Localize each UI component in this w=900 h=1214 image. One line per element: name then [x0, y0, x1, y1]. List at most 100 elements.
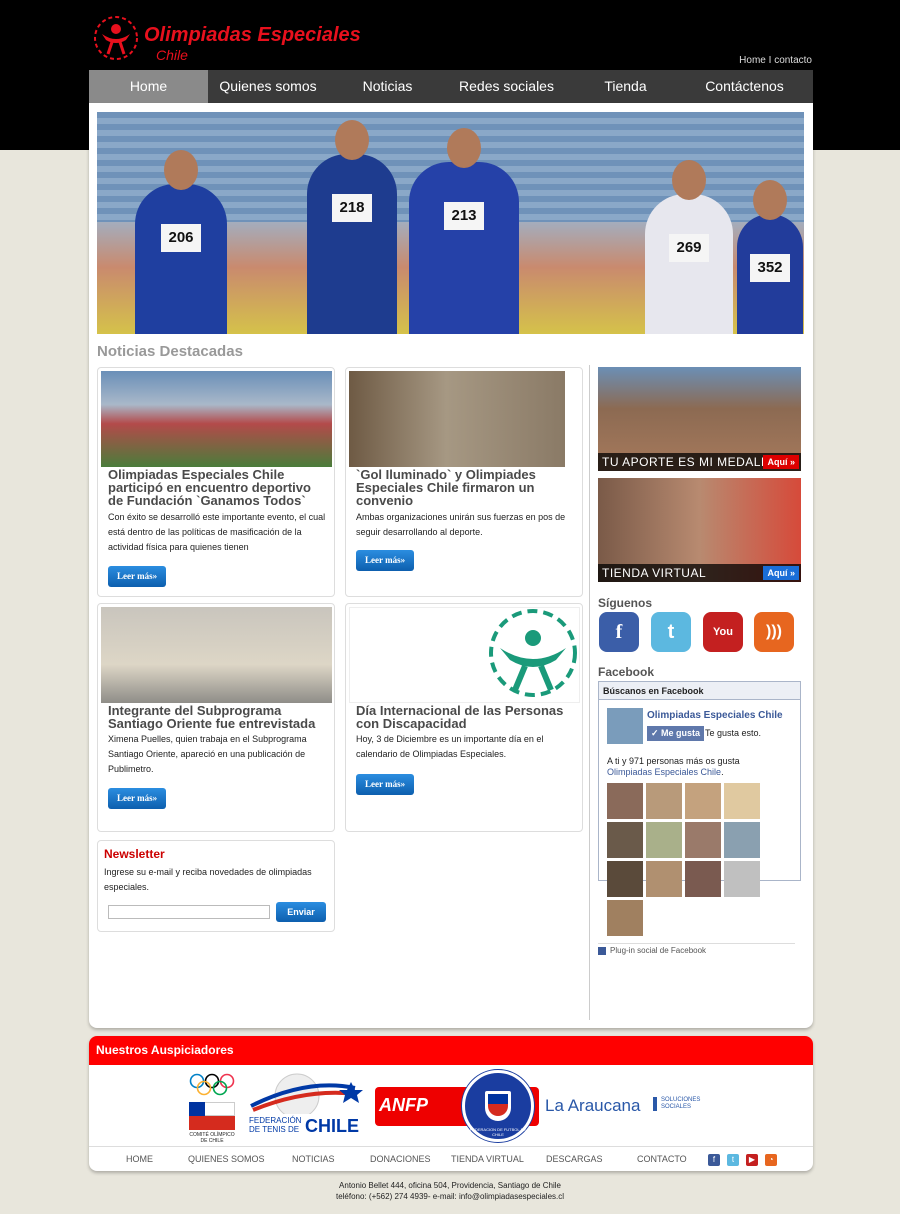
facebook-small-icon	[598, 946, 606, 955]
tennis-label-big: CHILE	[305, 1116, 359, 1136]
read-more-button[interactable]: Leer más»	[108, 788, 167, 809]
araucana-label: La Araucana	[545, 1096, 641, 1115]
news-thumbnail[interactable]	[349, 371, 565, 467]
facebook-widget-header: Búscanos en Facebook	[599, 682, 800, 700]
footer-link-home[interactable]: HOME	[126, 1154, 153, 1164]
facebook-page-name[interactable]: Olimpiadas Especiales Chile	[647, 710, 783, 721]
nav-noticias[interactable]: Noticias	[328, 70, 447, 103]
footer-link-donaciones[interactable]: DONACIONES	[370, 1154, 431, 1164]
newsletter-send-button[interactable]: Enviar	[276, 902, 326, 922]
nav-redes-sociales[interactable]: Redes sociales	[447, 70, 566, 103]
facebook-like-button[interactable]: ✓ Me gusta	[647, 726, 705, 741]
top-link-separator: I	[765, 55, 775, 66]
youtube-icon[interactable]: You	[703, 612, 743, 652]
footer-nav: HOME QUIENES SOMOS NOTICIAS DONACIONES T…	[89, 1146, 813, 1171]
sponsors-section: Nuestros Auspiciadores COMITÉ OLÍMPICO D…	[89, 1036, 813, 1171]
fan-avatar[interactable]	[685, 783, 721, 819]
runner-bib: 218	[332, 194, 372, 222]
main-nav: Home Quienes somos Noticias Redes social…	[89, 70, 813, 103]
nav-quienes-somos[interactable]: Quienes somos	[208, 70, 328, 103]
nav-tienda[interactable]: Tienda	[566, 70, 685, 103]
fan-avatar[interactable]	[607, 822, 643, 858]
hero-banner: 206 218 213 269 352	[97, 112, 804, 334]
news-card: Olimpiadas Especiales Chile participó en…	[97, 367, 335, 597]
fan-avatar[interactable]	[724, 783, 760, 819]
fan-avatar[interactable]	[646, 861, 682, 897]
facebook-like-label: Me gusta	[661, 728, 701, 738]
top-link-home[interactable]: Home	[739, 55, 766, 66]
fan-avatar[interactable]	[646, 783, 682, 819]
sponsors-title: Nuestros Auspiciadores	[89, 1036, 813, 1065]
news-thumbnail[interactable]	[349, 607, 580, 703]
footer-link-tienda-virtual[interactable]: TIENDA VIRTUAL	[451, 1154, 524, 1164]
top-link-contact[interactable]: contacto	[774, 55, 812, 66]
fan-avatar[interactable]	[607, 861, 643, 897]
fan-avatar[interactable]	[646, 822, 682, 858]
footer-link-quienes-somos[interactable]: QUIENES SOMOS	[188, 1154, 265, 1164]
sponsor-federacion-tenis[interactable]: FEDERACIÓN DE TENIS DE CHILE	[247, 1068, 365, 1144]
footer-link-contacto[interactable]: CONTACTO	[637, 1154, 687, 1164]
facebook-plugin-label[interactable]: Plug-in social de Facebook	[598, 946, 706, 955]
footer-link-noticias[interactable]: NOTICIAS	[292, 1154, 335, 1164]
fan-avatar[interactable]	[724, 822, 760, 858]
news-thumbnail[interactable]	[101, 371, 332, 467]
read-more-button[interactable]: Leer más»	[356, 550, 415, 571]
sponsor-comite-olimpico[interactable]: COMITÉ OLÍMPICO DE CHILE	[187, 1072, 237, 1144]
rss-icon[interactable]: )))	[754, 612, 794, 652]
facebook-icon[interactable]: f	[599, 612, 639, 652]
newsletter-text: Ingrese su e-mail y reciba novedades de …	[104, 867, 312, 892]
logo[interactable]: Olimpiadas Especiales Chile	[92, 14, 422, 66]
nav-contactenos[interactable]: Contáctenos	[685, 70, 804, 103]
olympic-rings-icon	[189, 1073, 235, 1096]
tennis-label: FEDERACIÓN DE TENIS DE	[249, 1116, 302, 1134]
federacion-futbol-emblem[interactable]: FEDERACION DE FUTBOL DE CHILE	[462, 1070, 534, 1142]
twitter-icon[interactable]: t	[727, 1154, 739, 1166]
news-title[interactable]: Día Internacional de las Personas con Di…	[356, 704, 576, 730]
facebook-count-prefix: A ti y 971 personas más os gusta	[607, 756, 740, 766]
runner-bib: 213	[444, 202, 484, 230]
fan-avatar[interactable]	[607, 783, 643, 819]
read-more-button[interactable]: Leer más»	[108, 566, 167, 587]
read-more-button[interactable]: Leer más»	[356, 774, 415, 795]
facebook-count-suffix: .	[721, 767, 724, 777]
fan-avatar[interactable]	[685, 861, 721, 897]
runner-bib: 269	[669, 234, 709, 262]
facebook-icon[interactable]: f	[708, 1154, 720, 1166]
address-line: Antonio Bellet 444, oficina 504, Provide…	[339, 1181, 561, 1190]
news-excerpt: Hoy, 3 de Diciembre es un importante día…	[356, 734, 544, 759]
runner-head	[335, 120, 369, 160]
runner: 218	[307, 120, 397, 334]
twitter-icon[interactable]: t	[651, 612, 691, 652]
runner-head	[672, 160, 706, 200]
fan-avatar[interactable]	[607, 900, 643, 936]
newsletter-email-input[interactable]	[108, 905, 270, 919]
news-excerpt: Con éxito se desarrolló este importante …	[108, 512, 326, 552]
youtube-icon[interactable]: ▶	[746, 1154, 758, 1166]
promo-donate[interactable]: TU APORTE ES MI MEDALLA Aquí »	[598, 367, 801, 471]
promo-donate-link[interactable]: Aquí »	[763, 455, 799, 469]
news-card: `Gol Iluminado` y Olimpiades Especiales …	[345, 367, 583, 597]
fan-avatar[interactable]	[685, 822, 721, 858]
runner-head	[753, 180, 787, 220]
tennis-federation-logo-icon	[250, 1073, 363, 1119]
promo-store-link[interactable]: Aquí »	[763, 566, 799, 580]
runner-head	[164, 150, 198, 190]
sponsor-la-araucana[interactable]: La Araucana SOLUCIONES SOCIALES	[545, 1094, 725, 1120]
news-card: Día Internacional de las Personas con Di…	[345, 603, 583, 832]
news-title[interactable]: Integrante del Subprograma Santiago Orie…	[108, 704, 328, 730]
news-title[interactable]: Olimpiadas Especiales Chile participó en…	[108, 468, 328, 507]
facebook-page-avatar[interactable]	[607, 708, 643, 744]
fan-avatar[interactable]	[724, 861, 760, 897]
promo-store[interactable]: TIENDA VIRTUAL Aquí »	[598, 478, 801, 582]
rss-icon[interactable]: ◔	[765, 1154, 777, 1166]
shield-icon	[485, 1091, 511, 1121]
news-thumbnail[interactable]	[101, 607, 332, 703]
runner: 213	[409, 128, 519, 334]
news-title[interactable]: `Gol Iluminado` y Olimpiades Especiales …	[356, 468, 576, 507]
facebook-count-link[interactable]: Olimpiadas Especiales Chile	[607, 767, 721, 777]
nav-home[interactable]: Home	[89, 70, 208, 103]
comite-label: COMITÉ OLÍMPICO DE CHILE	[189, 1132, 235, 1144]
main-content: 206 218 213 269 352 Noticias Destacadas …	[89, 103, 813, 1028]
footer-link-descargas[interactable]: DESCARGAS	[546, 1154, 603, 1164]
anfp-label: ANFP	[379, 1095, 428, 1115]
